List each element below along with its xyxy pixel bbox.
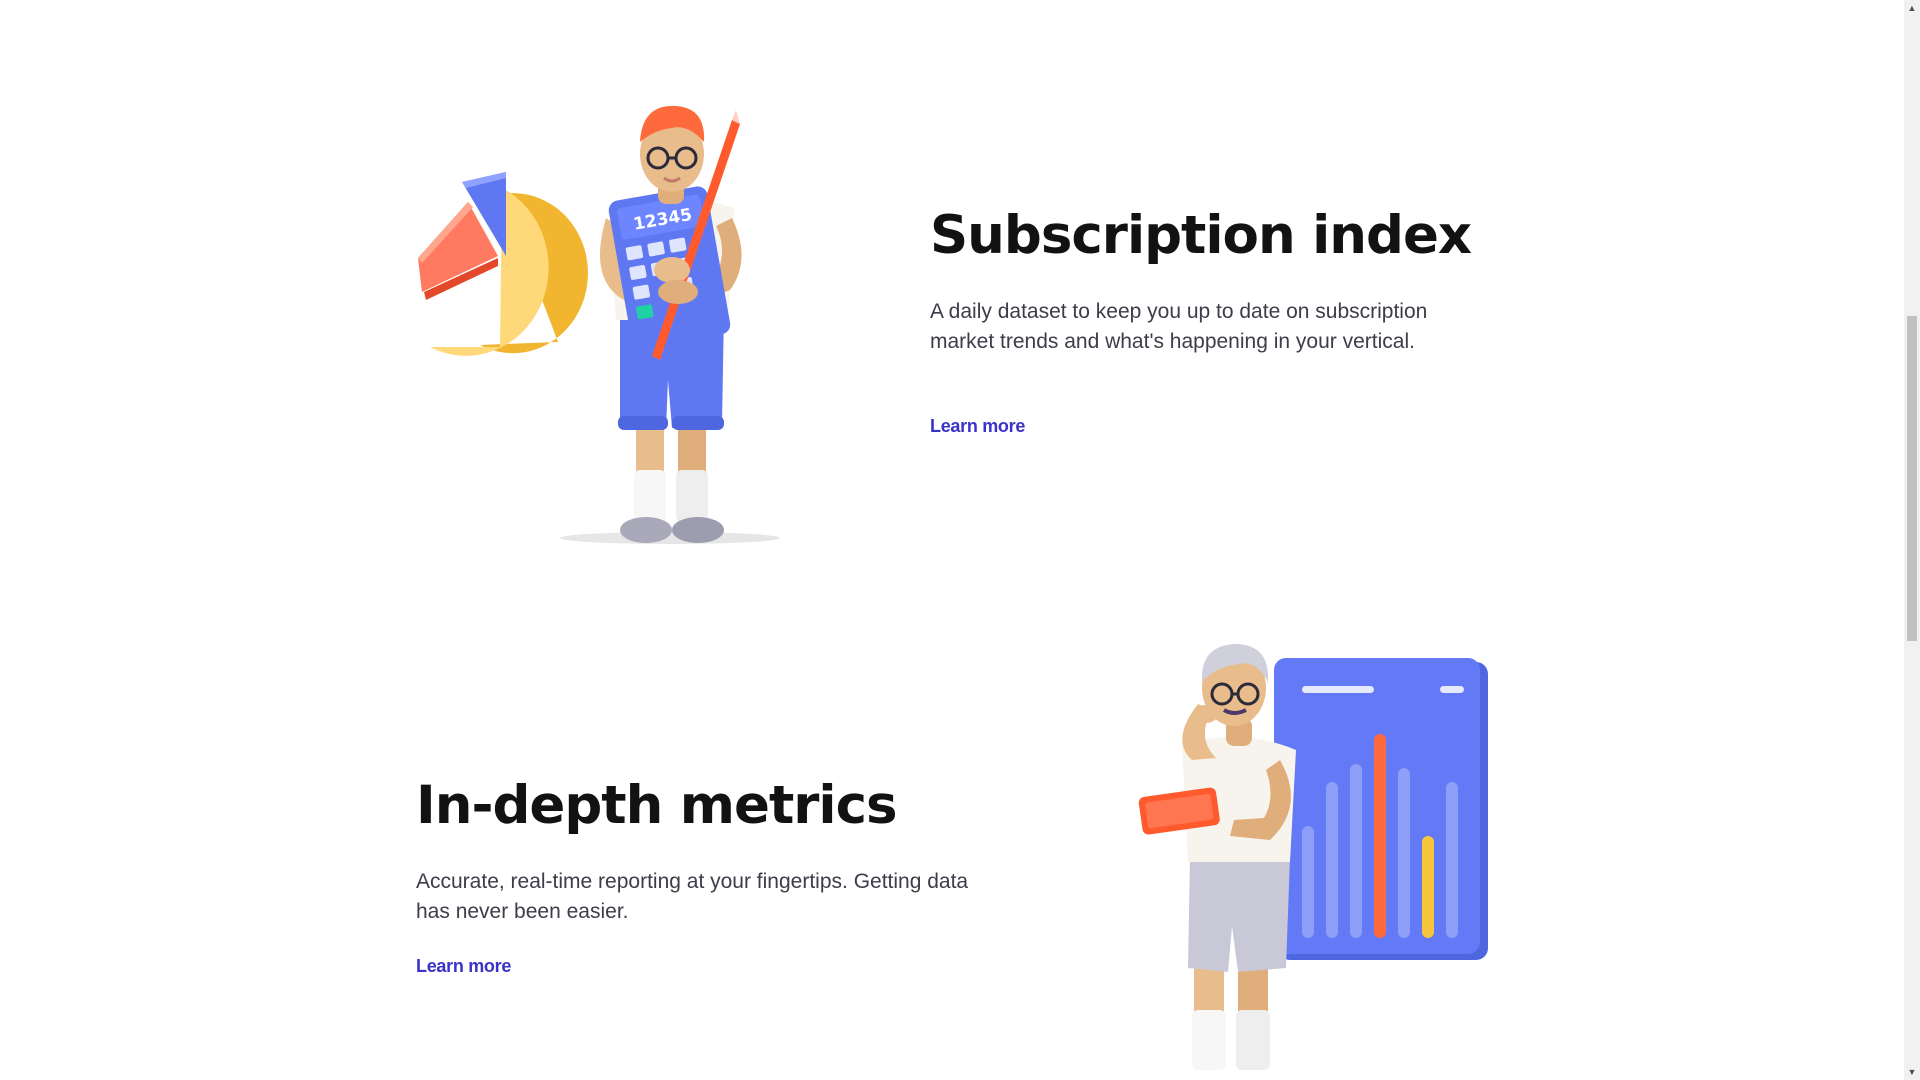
pie-chart-icon xyxy=(418,172,588,356)
arrow-down-icon[interactable]: ▼ xyxy=(1904,1064,1920,1080)
arrow-up-icon[interactable]: ▲ xyxy=(1904,0,1920,16)
learn-more-link-in-depth-metrics[interactable]: Learn more xyxy=(416,956,511,977)
learn-more-link-subscription-index[interactable]: Learn more xyxy=(930,416,1025,437)
section-description-subscription-index: A daily dataset to keep you up to date o… xyxy=(930,300,1428,353)
section-title-in-depth-metrics: In-depth metrics xyxy=(416,775,898,836)
vertical-scrollbar[interactable]: ▲ ▼ xyxy=(1904,0,1920,1080)
section-description-in-depth-metrics: Accurate, real-time reporting at your fi… xyxy=(416,870,969,923)
bar-chart-icon xyxy=(1274,658,1488,960)
scrollbar-thumb[interactable] xyxy=(1907,316,1917,641)
page-content: 12345 Subscription index A daily dataset… xyxy=(0,0,1904,1080)
in-depth-metrics-illustration xyxy=(1138,644,1488,1070)
section-title-subscription-index: Subscription index xyxy=(930,205,1472,266)
subscription-index-illustration: 12345 xyxy=(418,105,780,544)
